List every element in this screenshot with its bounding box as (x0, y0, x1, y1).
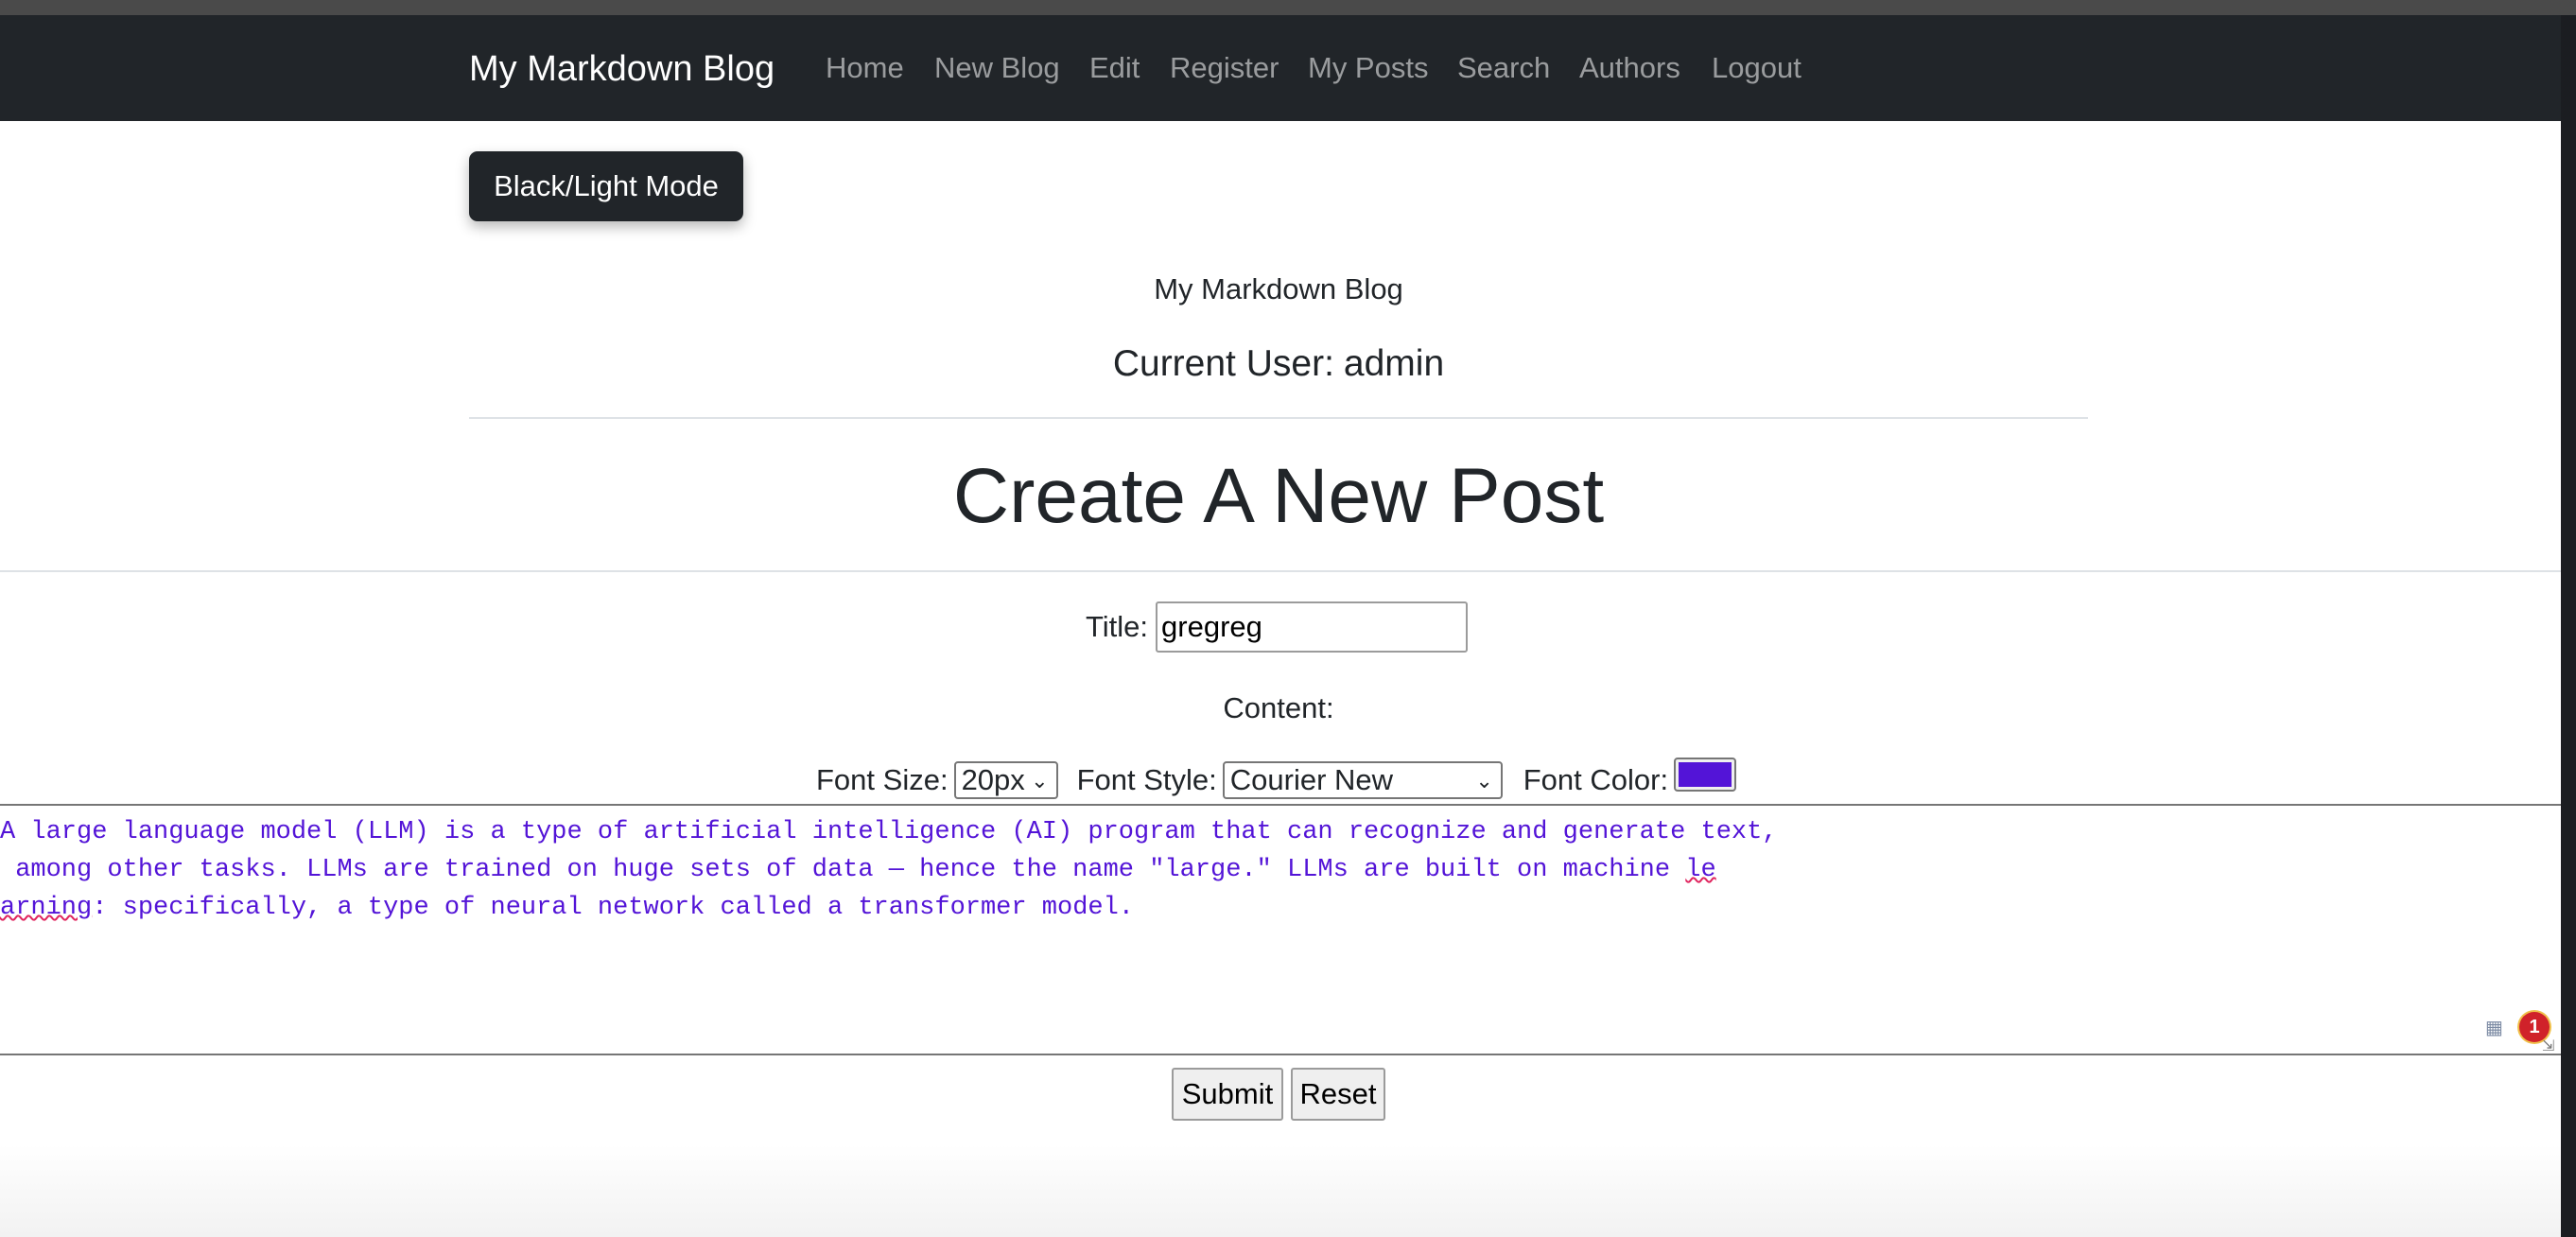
divider (469, 417, 2088, 419)
misspelled-word: le (1685, 856, 1716, 884)
current-user-name: admin (1343, 343, 1445, 384)
font-color-label: Font Color: (1523, 763, 1669, 796)
chevron-down-icon: ⌄ (1031, 769, 1049, 793)
current-user-line: Current User: admin (0, 343, 2557, 385)
title-row: Title: (1086, 601, 1469, 653)
content-line: arning: specifically, a type of neural n… (0, 894, 1134, 922)
font-size-select[interactable]: 20px ⌄ (953, 761, 1058, 799)
font-color-picker[interactable] (1674, 758, 1737, 792)
submit-button[interactable]: Submit (1172, 1068, 1283, 1121)
content-textarea[interactable]: A large language model (LLM) is a type o… (0, 804, 2561, 1055)
content-label: Content: (1223, 691, 1334, 724)
dark-light-mode-button[interactable]: Black/Light Mode (469, 151, 743, 221)
nav-authors[interactable]: Authors (1579, 51, 1680, 85)
font-color-swatch (1679, 762, 1732, 787)
font-style-value: Courier New (1229, 763, 1394, 796)
font-size-label: Font Size: (816, 763, 949, 796)
current-user-label: Current User: (1112, 343, 1334, 384)
nav-home[interactable]: Home (826, 51, 904, 85)
nav-search[interactable]: Search (1457, 51, 1550, 85)
content-line: A large language model (LLM) is a type o… (0, 818, 1778, 846)
nav-my-posts[interactable]: My Posts (1308, 51, 1428, 85)
adjacent-window-edge (2561, 15, 2576, 1237)
navbar: My Markdown Blog Home New Blog Edit Regi… (0, 15, 2561, 121)
page-heading: Create A New Post (952, 453, 1605, 539)
chevron-down-icon: ⌄ (1475, 769, 1493, 793)
formatting-toolbar: Font Size: 20px ⌄ Font Style: Courier Ne… (816, 758, 1737, 799)
divider (0, 570, 2561, 572)
misspelled-word: arning (0, 894, 93, 922)
page-bottom-fade (0, 1144, 2561, 1237)
content-line: among other tasks. LLMs are trained on h… (0, 856, 1716, 884)
site-title: My Markdown Blog (1154, 272, 1403, 305)
nav-register[interactable]: Register (1170, 51, 1279, 85)
font-style-select[interactable]: Courier New ⌄ (1222, 761, 1503, 799)
extension-grid-icon[interactable]: ▦ (2485, 1016, 2506, 1038)
nav-new-blog[interactable]: New Blog (934, 51, 1060, 85)
navbar-brand[interactable]: My Markdown Blog (469, 49, 775, 90)
title-input[interactable] (1156, 601, 1469, 653)
reset-button[interactable]: Reset (1291, 1068, 1385, 1121)
title-label: Title: (1086, 610, 1149, 643)
nav-edit[interactable]: Edit (1089, 51, 1140, 85)
font-size-value: 20px (961, 763, 1025, 796)
nav-logout[interactable]: Logout (1712, 51, 1801, 85)
font-style-label: Font Style: (1076, 763, 1217, 796)
resize-handle-icon[interactable]: ⇲ (2542, 1037, 2554, 1055)
window-top-strip (0, 0, 2576, 15)
